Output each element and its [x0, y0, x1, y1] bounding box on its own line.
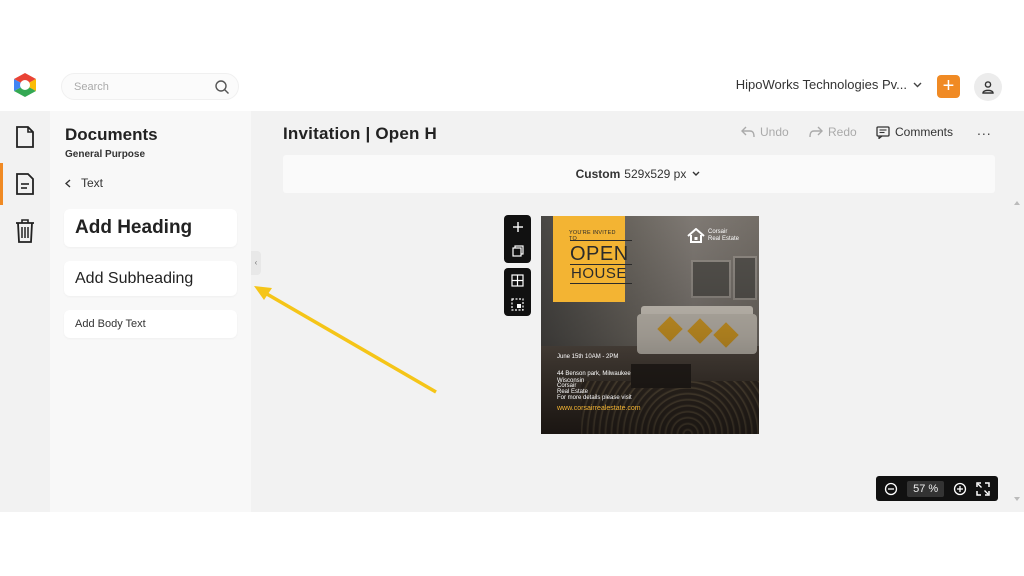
design-invite-box[interactable]: YOU'RE INVITED TO OPEN HOUSE — [553, 216, 632, 302]
trash-icon — [16, 219, 34, 243]
annotation-arrow — [254, 286, 437, 394]
user-avatar-button[interactable] — [974, 73, 1002, 101]
panel-title: Documents — [65, 125, 158, 144]
comments-label: Comments — [895, 125, 954, 139]
zoom-controls: 57 % — [876, 476, 998, 501]
vertical-scrollbar[interactable] — [1014, 201, 1020, 501]
top-bar: HipoWorks Technologies Pv... + — [0, 66, 1024, 111]
add-heading-button[interactable]: Add Heading — [64, 209, 237, 247]
design-divider — [570, 240, 632, 241]
document-icon — [16, 173, 34, 195]
design-website-text: www.corsairrealestate.com — [557, 405, 641, 412]
add-body-text-button[interactable]: Add Body Text — [64, 310, 237, 338]
undo-button[interactable]: Undo — [741, 125, 789, 139]
rail-item-trash[interactable] — [0, 208, 50, 254]
chevron-down-icon — [913, 82, 922, 87]
design-house-text: HOUSE — [571, 265, 627, 282]
grid-icon[interactable] — [511, 273, 524, 287]
design-divider — [570, 283, 632, 284]
user-icon — [982, 81, 994, 94]
canvas-size-selector[interactable]: Custom 529x529 px — [283, 155, 995, 193]
panel-subtitle: General Purpose — [65, 149, 146, 160]
zoom-out-icon[interactable] — [884, 482, 898, 496]
add-button[interactable]: + — [937, 75, 960, 98]
redo-label: Redo — [828, 125, 857, 139]
design-brand-line1: Corsair — [708, 228, 728, 235]
comments-button[interactable]: Comments — [876, 125, 953, 139]
more-options-button[interactable]: ... — [977, 122, 992, 138]
rail-item-file[interactable] — [0, 114, 50, 160]
chevron-down-icon — [692, 171, 700, 176]
back-label: Text — [81, 176, 104, 190]
design-canvas[interactable]: YOU'RE INVITED TO OPEN HOUSE Corsair Rea… — [541, 216, 759, 434]
org-name: HipoWorks Technologies Pv... — [735, 77, 907, 92]
rail-item-documents[interactable] — [0, 161, 50, 207]
undo-icon — [741, 126, 755, 138]
chevron-left-icon — [65, 178, 71, 188]
design-address1-text: 44 Benson park, Milwaukee — [557, 371, 631, 377]
size-preset-label: Custom — [575, 167, 621, 181]
design-brand[interactable]: Corsair Real Estate — [687, 228, 739, 243]
undo-label: Undo — [760, 125, 789, 139]
left-rail — [0, 111, 50, 512]
zoom-in-icon[interactable] — [953, 482, 967, 496]
design-date-text: June 15th 10AM - 2PM — [557, 354, 619, 360]
back-button[interactable]: Text — [65, 176, 103, 190]
duplicate-icon[interactable] — [511, 245, 524, 257]
search-box[interactable] — [61, 73, 239, 100]
zoom-unit: % — [928, 482, 939, 495]
add-subheading-button[interactable]: Add Subheading — [64, 261, 237, 296]
design-brand-line2: Real Estate — [708, 235, 740, 242]
design-details-text: For more details please visit — [557, 395, 632, 401]
size-value: 529x529 px — [624, 167, 687, 181]
redo-button[interactable]: Redo — [809, 125, 857, 139]
fullscreen-icon[interactable] — [975, 481, 990, 496]
org-selector[interactable]: HipoWorks Technologies Pv... — [736, 77, 922, 92]
document-title[interactable]: Invitation | Open H — [283, 124, 437, 144]
element-tools-group-2 — [504, 268, 531, 316]
element-tools-group-1 — [504, 215, 531, 263]
comment-icon — [876, 125, 890, 139]
zoom-value: 57 — [913, 482, 926, 495]
design-open-text: OPEN — [570, 243, 629, 265]
app-logo[interactable] — [12, 72, 38, 98]
select-area-icon[interactable] — [511, 297, 524, 311]
search-icon[interactable] — [214, 79, 230, 95]
zoom-level[interactable]: 57 % — [907, 480, 945, 497]
collapse-panel-handle[interactable]: ‹ — [251, 251, 261, 275]
search-input[interactable] — [74, 79, 204, 95]
text-panel: Documents General Purpose Text Add Headi… — [50, 111, 251, 512]
redo-icon — [809, 126, 823, 138]
add-element-icon[interactable] — [512, 221, 524, 233]
app-window: HipoWorks Technologies Pv... + — [0, 66, 1024, 512]
file-icon — [16, 126, 34, 148]
house-icon — [687, 228, 705, 243]
